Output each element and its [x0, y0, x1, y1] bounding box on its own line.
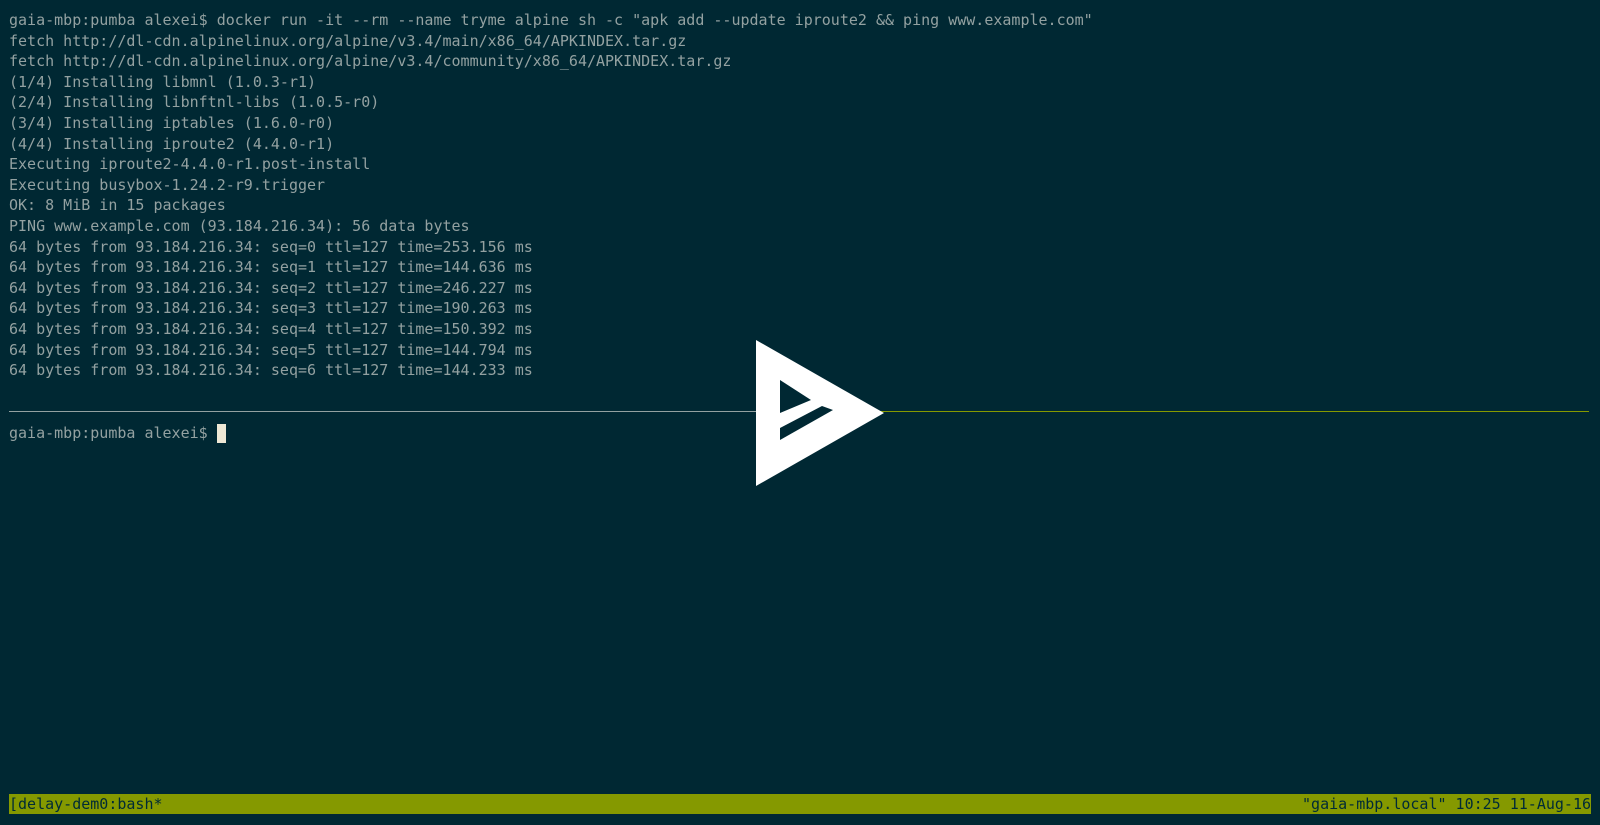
terminal-line: fetch http://dl-cdn.alpinelinux.org/alpi… [9, 52, 732, 71]
terminal-line: 64 bytes from 93.184.216.34: seq=2 ttl=1… [9, 278, 533, 297]
terminal-line: gaia-mbp:pumba alexei$ docker run -it --… [9, 11, 1093, 29]
terminal-line: (4/4) Installing iproute2 (4.4.0-r1) [9, 134, 335, 153]
terminal-line: fetch http://dl-cdn.alpinelinux.org/alpi… [9, 31, 687, 50]
text-cursor [216, 423, 226, 443]
terminal-line: PING www.example.com (93.184.216.34): 56… [9, 216, 470, 235]
terminal-window[interactable]: gaia-mbp:pumba alexei$ docker run -it --… [0, 0, 1600, 825]
terminal-line: (1/4) Installing libmnl (1.0.3-r1) [9, 72, 317, 91]
terminal-output: gaia-mbp:pumba alexei$ docker run -it --… [9, 10, 1560, 381]
terminal-line: 64 bytes from 93.184.216.34: seq=4 ttl=1… [9, 319, 533, 338]
terminal-line: 64 bytes from 93.184.216.34: seq=3 ttl=1… [9, 299, 533, 318]
play-icon [756, 340, 884, 486]
terminal-line: Executing iproute2-4.4.0-r1.post-install [9, 155, 371, 174]
shell-prompt-line[interactable]: gaia-mbp:pumba alexei$ [9, 423, 226, 444]
terminal-line: (2/4) Installing libnftnl-libs (1.0.5-r0… [9, 93, 380, 112]
terminal-line: 64 bytes from 93.184.216.34: seq=1 ttl=1… [9, 258, 533, 277]
terminal-line: OK: 8 MiB in 15 packages [9, 196, 226, 215]
status-host-time: "gaia-mbp.local" 10:25 11-Aug-16 [1302, 795, 1591, 813]
play-button[interactable] [756, 340, 884, 486]
status-window-name: [delay-dem0:bash* [9, 795, 163, 813]
terminal-line: (3/4) Installing iptables (1.6.0-r0) [9, 113, 335, 132]
terminal-line: Executing busybox-1.24.2-r9.trigger [9, 175, 326, 194]
terminal-line: 64 bytes from 93.184.216.34: seq=0 ttl=1… [9, 237, 533, 256]
tmux-status-bar: [delay-dem0:bash* "gaia-mbp.local" 10:25… [9, 794, 1591, 814]
shell-prompt: gaia-mbp:pumba alexei$ [9, 424, 208, 442]
